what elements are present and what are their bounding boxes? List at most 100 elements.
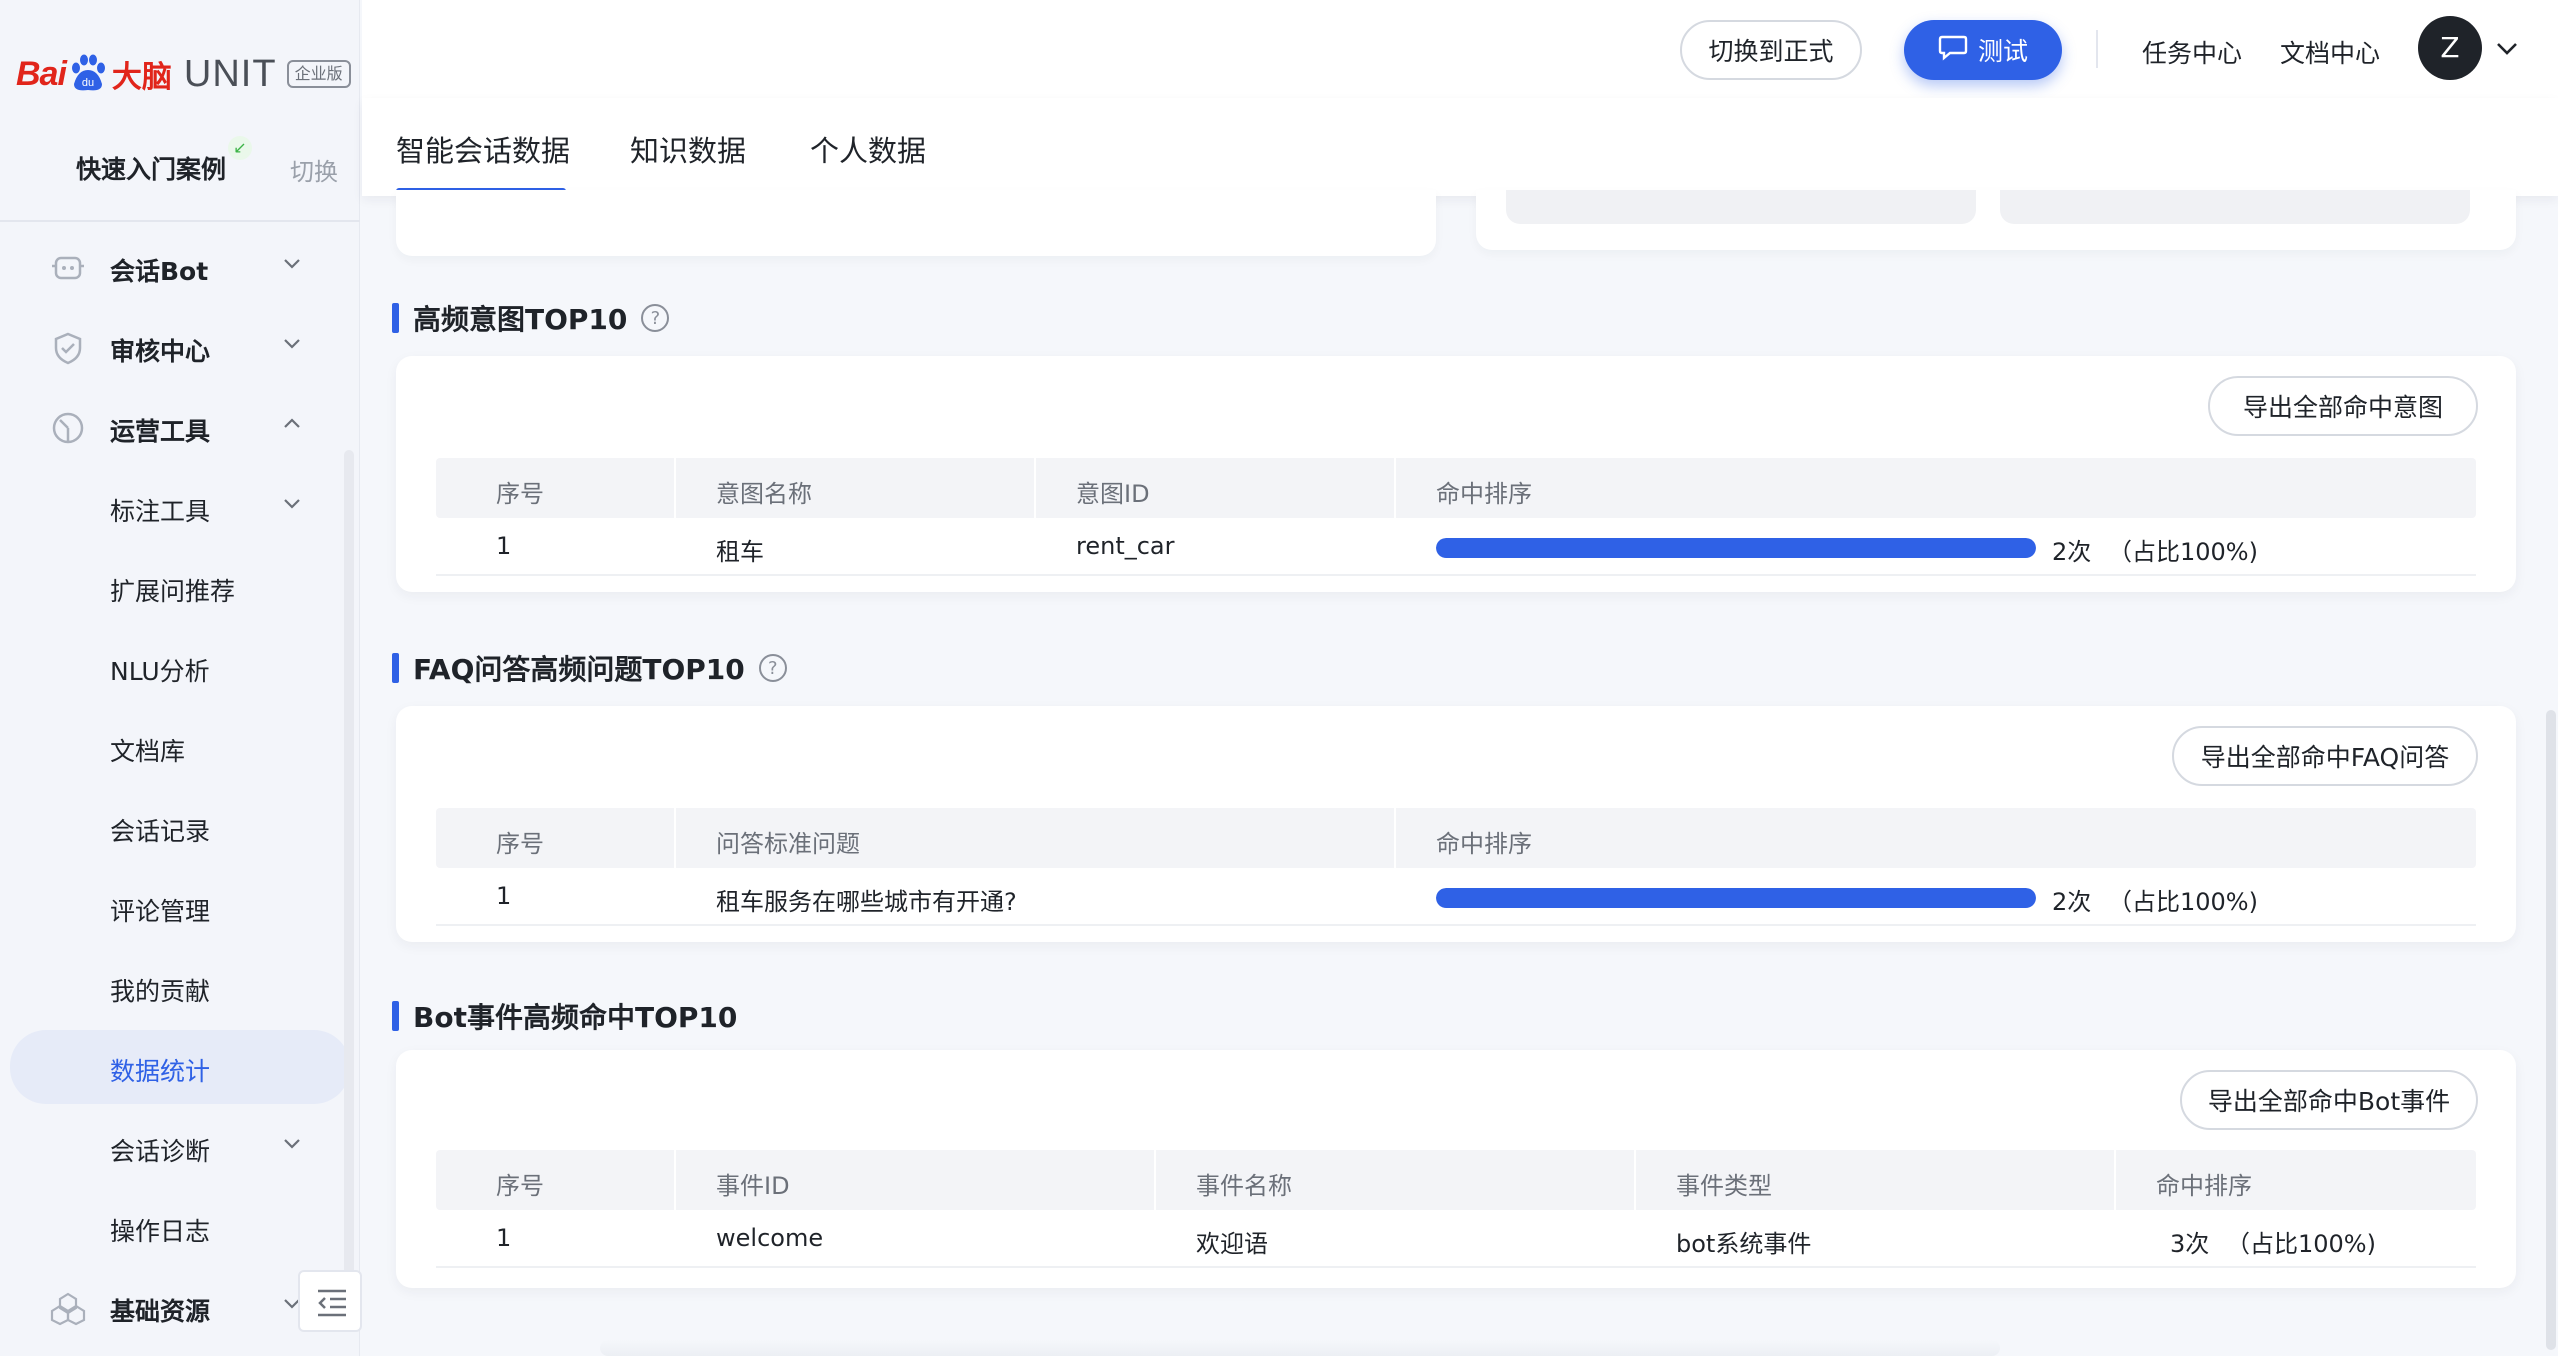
table-row: 1 租车 rent_car 2次 （占比100%) bbox=[436, 518, 2476, 576]
chevron-down-icon bbox=[280, 332, 304, 356]
paw-icon: du bbox=[68, 54, 108, 94]
column-header: 序号 bbox=[496, 480, 544, 508]
cell-question: 租车服务在哪些城市有开通? bbox=[716, 888, 1017, 916]
chevron-up-icon bbox=[280, 412, 304, 436]
ops-icon bbox=[50, 410, 86, 446]
sidebar-item-docs[interactable]: 文档库 bbox=[0, 712, 360, 782]
svg-text:du: du bbox=[82, 77, 94, 89]
export-event-button[interactable]: 导出全部命中Bot事件 bbox=[2180, 1070, 2478, 1130]
column-separator bbox=[1634, 1150, 1636, 1210]
cell-index: 1 bbox=[496, 1224, 512, 1252]
tab-smart-session[interactable]: 智能会话数据 bbox=[396, 128, 570, 170]
bot-icon bbox=[50, 250, 86, 286]
chat-bubble-icon bbox=[1938, 33, 1968, 67]
column-header: 事件名称 bbox=[1196, 1172, 1292, 1200]
section-title-text: Bot事件高频命中TOP10 bbox=[413, 1001, 738, 1034]
cell-event-type: bot系统事件 bbox=[1676, 1230, 1812, 1258]
sidebar-item-statistics[interactable]: 数据统计 bbox=[10, 1030, 350, 1104]
sidebar-item-review[interactable]: 审核中心 bbox=[0, 312, 360, 382]
placeholder-block bbox=[2000, 190, 2470, 224]
resources-icon bbox=[50, 1290, 86, 1326]
chevron-down-icon bbox=[280, 252, 304, 276]
export-intent-button[interactable]: 导出全部命中意图 bbox=[2208, 376, 2478, 436]
sidebar-item-ops[interactable]: 运营工具 bbox=[0, 392, 360, 462]
partial-card bbox=[1476, 190, 2516, 250]
help-icon[interactable]: ? bbox=[758, 654, 787, 682]
sidebar-item-label: 会话记录 bbox=[110, 817, 211, 846]
sidebar-item-contribution[interactable]: 我的贡献 bbox=[0, 952, 360, 1022]
sidebar-item-oplog[interactable]: 操作日志 bbox=[0, 1192, 360, 1262]
header-divider bbox=[2096, 30, 2098, 68]
column-separator bbox=[1034, 458, 1036, 518]
cell-event-id: welcome bbox=[716, 1224, 824, 1252]
sidebar-item-label: 操作日志 bbox=[110, 1217, 211, 1246]
chevron-down-icon bbox=[280, 1132, 304, 1156]
brand-danao: 大脑 bbox=[111, 60, 172, 95]
sidebar-item-diagnosis[interactable]: 会话诊断 bbox=[0, 1112, 360, 1182]
collapse-sidebar-button[interactable] bbox=[298, 1270, 362, 1332]
brand-bai: Bai bbox=[16, 54, 67, 93]
cell-event-name: 欢迎语 bbox=[1196, 1230, 1268, 1258]
tab-knowledge[interactable]: 知识数据 bbox=[630, 128, 746, 170]
table-row: 1 welcome 欢迎语 bot系统事件 3次 （占比100%) bbox=[436, 1210, 2476, 1268]
section-bar bbox=[392, 303, 399, 333]
sidebar-item-sessions[interactable]: 会话记录 bbox=[0, 792, 360, 862]
brand-logo[interactable]: Bai du 大脑 UNIT 企业版 bbox=[16, 52, 351, 96]
sidebar-item-comments[interactable]: 评论管理 bbox=[0, 872, 360, 942]
sidebar-item-expansion[interactable]: 扩展问推荐 bbox=[0, 552, 360, 622]
hit-progress-fill bbox=[1436, 888, 2036, 908]
tab-bar: 智能会话数据 知识数据 个人数据 bbox=[362, 98, 2558, 196]
column-separator bbox=[1394, 458, 1396, 518]
sidebar-item-label: 评论管理 bbox=[110, 897, 211, 926]
column-separator bbox=[1394, 808, 1396, 868]
project-name: 快速入门案例 bbox=[76, 155, 227, 184]
column-header: 命中排序 bbox=[1436, 830, 1532, 858]
check-icon: ↙ bbox=[228, 136, 252, 160]
table-header: 序号 事件ID 事件名称 事件类型 命中排序 bbox=[436, 1150, 2476, 1210]
table-row: 1 租车服务在哪些城市有开通? 2次 （占比100%) bbox=[436, 868, 2476, 926]
help-icon[interactable]: ? bbox=[641, 304, 670, 332]
chevron-down-icon bbox=[280, 492, 304, 516]
partial-card bbox=[396, 190, 1436, 256]
avatar[interactable]: Z bbox=[2418, 16, 2482, 80]
section-title-text: FAQ问答高频问题TOP10 bbox=[413, 653, 745, 686]
task-center-link[interactable]: 任务中心 bbox=[2142, 34, 2242, 70]
hit-progress-bar bbox=[1436, 538, 2036, 558]
table-header: 序号 意图名称 意图ID 命中排序 bbox=[436, 458, 2476, 518]
placeholder-block bbox=[1506, 190, 1976, 224]
sidebar-item-label: 基础资源 bbox=[110, 1297, 211, 1326]
column-separator bbox=[674, 808, 676, 868]
cell-intent-id: rent_car bbox=[1076, 532, 1175, 560]
column-header: 意图ID bbox=[1076, 480, 1150, 508]
sidebar-divider bbox=[0, 220, 360, 222]
sidebar: Bai du 大脑 UNIT 企业版 快速入门案例 ↙ 切换 会话Bot 审核中… bbox=[0, 0, 360, 1356]
switch-to-formal-button[interactable]: 切换到正式 bbox=[1680, 20, 1862, 80]
page-scrollbar[interactable] bbox=[2546, 710, 2556, 1350]
shield-icon bbox=[50, 330, 86, 366]
export-faq-button[interactable]: 导出全部命中FAQ问答 bbox=[2172, 726, 2478, 786]
sidebar-item-label: 数据统计 bbox=[110, 1057, 211, 1086]
sidebar-item-nlu[interactable]: NLU分析 bbox=[0, 632, 360, 702]
column-separator bbox=[2114, 1150, 2116, 1210]
cell-index: 1 bbox=[496, 882, 512, 910]
hit-progress-fill bbox=[1436, 538, 2036, 558]
tab-personal[interactable]: 个人数据 bbox=[810, 128, 926, 170]
sidebar-scrollbar[interactable] bbox=[344, 450, 354, 1310]
chevron-down-icon[interactable] bbox=[2494, 36, 2520, 66]
test-button-label: 测试 bbox=[1977, 37, 2028, 66]
test-button[interactable]: 测试 bbox=[1904, 20, 2062, 80]
switch-project-link[interactable]: 切换 bbox=[290, 152, 338, 187]
cell-intent-name: 租车 bbox=[716, 538, 764, 566]
brand-unit: UNIT bbox=[183, 52, 277, 95]
column-header: 事件ID bbox=[716, 1172, 790, 1200]
doc-center-link[interactable]: 文档中心 bbox=[2280, 34, 2380, 70]
column-separator bbox=[674, 1150, 676, 1210]
table-header: 序号 问答标准问题 命中排序 bbox=[436, 808, 2476, 868]
section-title-event: Bot事件高频命中TOP10 bbox=[392, 996, 737, 1036]
sidebar-item-bot[interactable]: 会话Bot bbox=[0, 232, 360, 302]
cell-hit-share: （占比100%) bbox=[2108, 538, 2258, 566]
column-header: 命中排序 bbox=[2156, 1172, 2252, 1200]
sidebar-item-annotation[interactable]: 标注工具 bbox=[0, 472, 360, 542]
collapse-icon bbox=[318, 1289, 346, 1317]
column-header: 序号 bbox=[496, 1172, 544, 1200]
